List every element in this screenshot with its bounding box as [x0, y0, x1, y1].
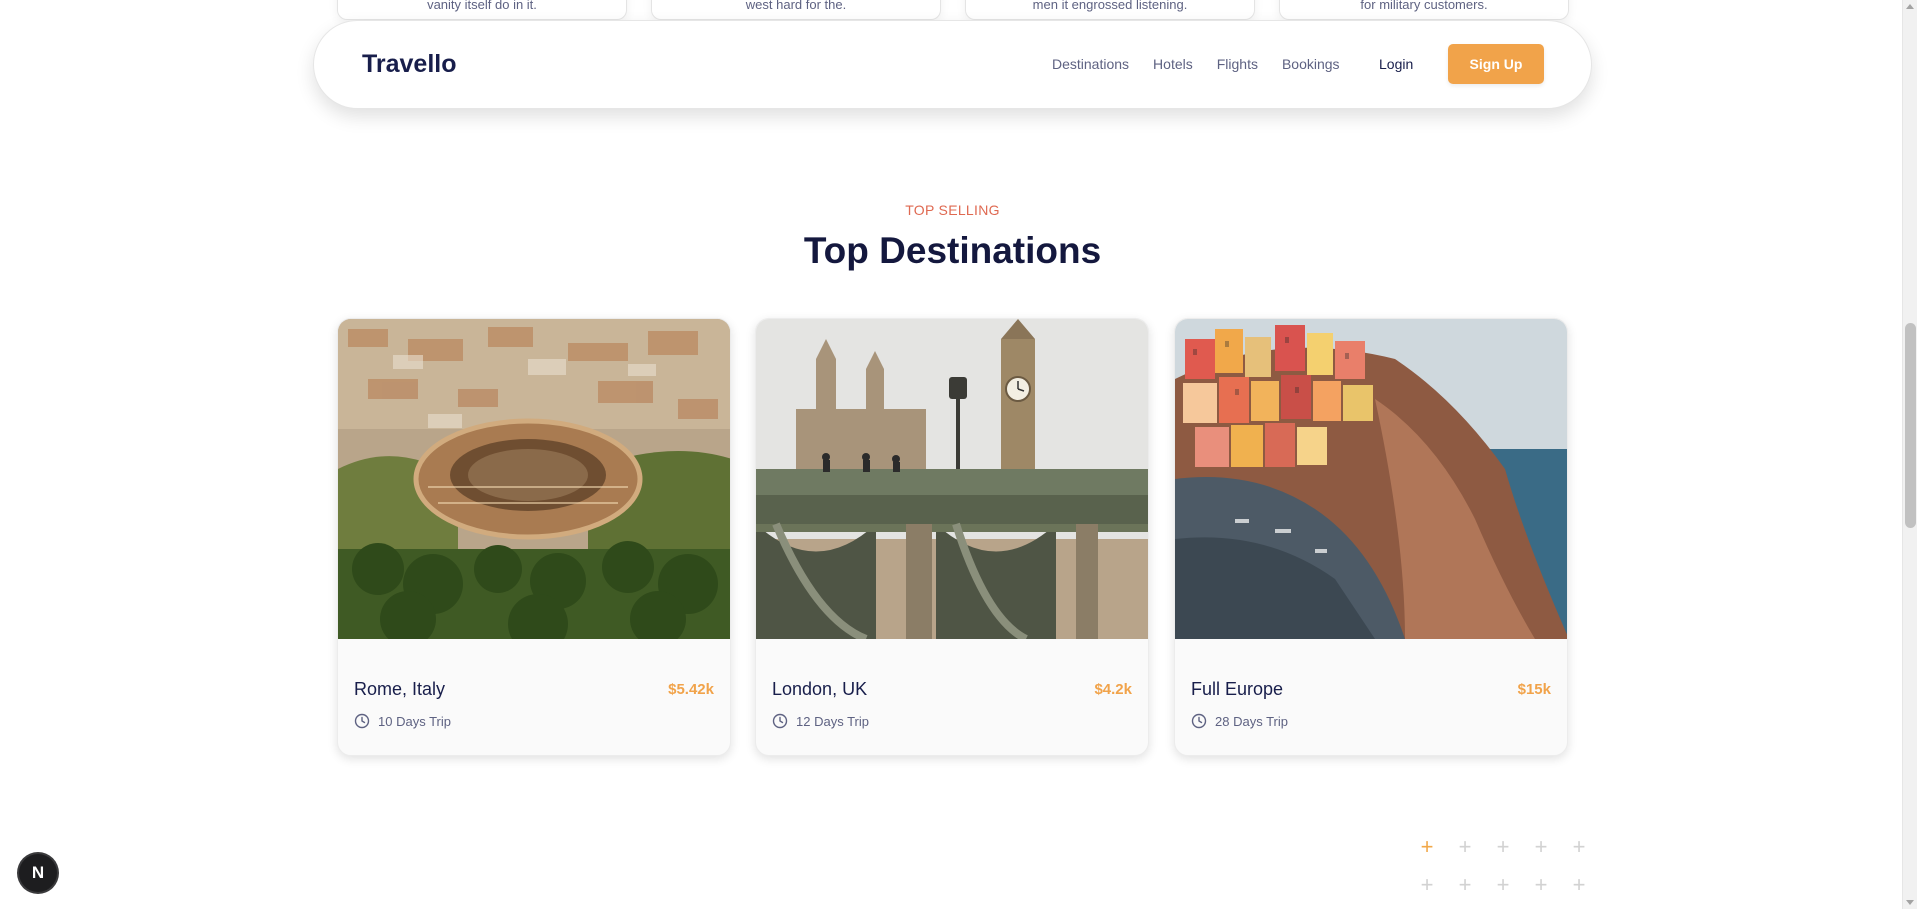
nav-link-flights[interactable]: Flights: [1217, 56, 1258, 72]
decorative-plus-grid: + + + + + + + + + +: [1416, 836, 1606, 909]
scrollbar-thumb[interactable]: [1905, 323, 1916, 528]
plus-icon: +: [1458, 834, 1472, 859]
nav-link-destinations[interactable]: Destinations: [1052, 56, 1129, 72]
clock-icon: [772, 713, 788, 729]
plus-icon: +: [1496, 872, 1510, 897]
sign-up-button[interactable]: Sign Up: [1448, 44, 1544, 84]
destination-price: $15k: [1517, 681, 1551, 698]
big-ben-westminster-bridge-photo: [756, 319, 1148, 639]
page-scrollbar[interactable]: [1902, 0, 1917, 909]
plus-icon: +: [1420, 834, 1434, 859]
clock-icon: [354, 713, 370, 729]
dev-tools-badge[interactable]: N: [19, 854, 57, 892]
brand-logo[interactable]: Travello: [362, 50, 457, 79]
plus-icon: +: [1458, 872, 1472, 897]
plus-icon: +: [1572, 834, 1586, 859]
nav-link-hotels[interactable]: Hotels: [1153, 56, 1193, 72]
destination-meta: 12 Days Trip: [772, 713, 869, 729]
service-card: west hard for the.: [651, 0, 941, 20]
scroll-down-arrow-icon[interactable]: [1906, 900, 1914, 905]
destination-name: Full Europe: [1191, 679, 1284, 699]
section-eyebrow: TOP SELLING: [905, 202, 1000, 218]
service-cards: vanity itself do in it. west hard for th…: [337, 0, 1569, 20]
service-card-text: for military customers.: [1360, 0, 1488, 12]
service-card: for military customers.: [1279, 0, 1569, 20]
destination-duration: 28 Days Trip: [1215, 713, 1288, 729]
destination-card-london[interactable]: London, UK $4.2k 12 Days Trip: [755, 318, 1149, 756]
login-button[interactable]: Login: [1379, 56, 1413, 72]
destination-duration: 10 Days Trip: [378, 713, 451, 729]
destination-name: London, UK: [772, 679, 868, 699]
service-card-text: men it engrossed listening.: [1032, 0, 1188, 12]
scroll-up-arrow-icon[interactable]: [1906, 4, 1914, 9]
plus-icon: +: [1420, 872, 1434, 897]
service-card: men it engrossed listening.: [965, 0, 1255, 20]
destination-duration: 12 Days Trip: [796, 713, 869, 729]
colosseum-aerial-photo: [338, 319, 730, 639]
service-card-text: west hard for the.: [745, 0, 847, 12]
destination-name: Rome, Italy: [354, 679, 446, 699]
destination-price: $4.2k: [1094, 681, 1132, 698]
nav-link-bookings[interactable]: Bookings: [1282, 56, 1340, 72]
plus-icon: +: [1572, 872, 1586, 897]
destination-price: $5.42k: [668, 681, 714, 698]
page: vanity itself do in it. west hard for th…: [0, 0, 1917, 909]
cinque-terre-cliff-village-photo: [1175, 319, 1567, 639]
clock-icon: [1191, 713, 1207, 729]
destination-meta: 10 Days Trip: [354, 713, 451, 729]
destination-card-europe[interactable]: Full Europe $15k 28 Days Trip: [1174, 318, 1568, 756]
nav-links: Destinations Hotels Flights Bookings: [1052, 56, 1364, 72]
plus-icon: +: [1534, 872, 1548, 897]
service-card-text: vanity itself do in it.: [427, 0, 537, 12]
service-card: vanity itself do in it.: [337, 0, 627, 20]
navbar: Travello Destinations Hotels Flights Boo…: [313, 20, 1592, 109]
plus-icon: +: [1534, 834, 1548, 859]
destination-meta: 28 Days Trip: [1191, 713, 1288, 729]
plus-icon: +: [1496, 834, 1510, 859]
destination-card-rome[interactable]: Rome, Italy $5.42k 10 Days Trip: [337, 318, 731, 756]
section-title: Top Destinations: [803, 230, 1102, 271]
